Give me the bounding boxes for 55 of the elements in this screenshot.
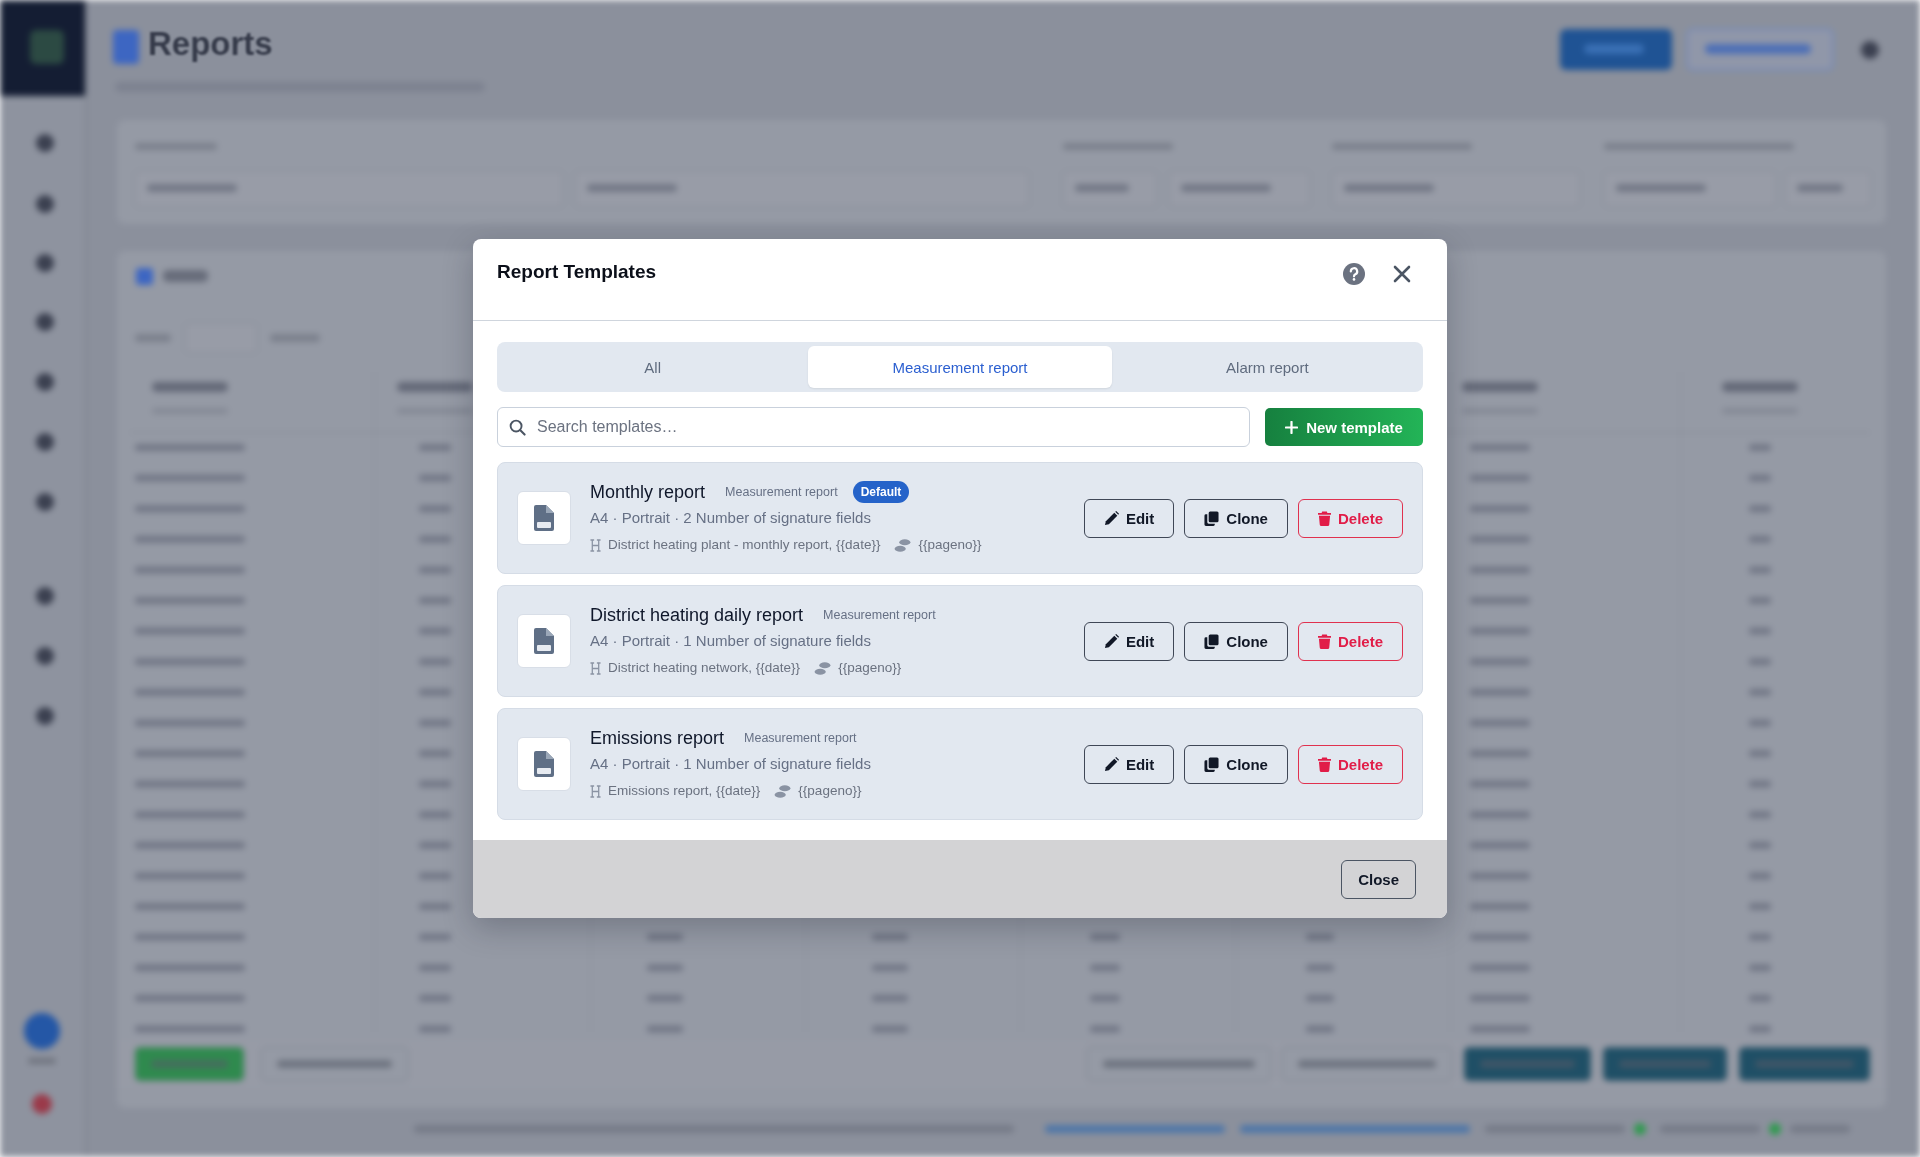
search-field[interactable]: Search templates… bbox=[497, 407, 1250, 447]
footprints-icon bbox=[894, 538, 912, 552]
delete-button[interactable]: Delete bbox=[1297, 744, 1403, 784]
tab[interactable]: Measurement report bbox=[808, 346, 1112, 388]
delete-button[interactable]: Delete bbox=[1297, 498, 1403, 538]
help-icon[interactable] bbox=[1343, 263, 1365, 285]
template-details: A4 · Portrait · 1 Number of signature fields bbox=[590, 754, 872, 774]
delete-button[interactable]: Delete bbox=[1297, 621, 1403, 661]
clone-button[interactable]: Clone bbox=[1184, 498, 1288, 538]
template-type-label: Measurement report bbox=[744, 730, 857, 747]
panel-title-drawing bbox=[136, 268, 208, 285]
heading-icon bbox=[590, 538, 601, 552]
footer-text: {{pageno}} bbox=[918, 536, 982, 554]
file-icon bbox=[517, 614, 571, 668]
header-text: Emissions report, {{date}} bbox=[608, 782, 761, 800]
edit-button[interactable]: Edit bbox=[1083, 498, 1175, 538]
template-details: A4 · Portrait · 2 Number of signature fields bbox=[590, 508, 872, 528]
template-type-label: Measurement report bbox=[725, 484, 838, 501]
tab[interactable]: All bbox=[501, 346, 805, 388]
clone-button[interactable]: Clone bbox=[1184, 744, 1288, 784]
template-details: A4 · Portrait · 1 Number of signature fields bbox=[590, 631, 872, 651]
file-icon bbox=[517, 491, 571, 545]
heading-icon bbox=[590, 784, 601, 798]
template-name: District heating daily report bbox=[590, 604, 804, 627]
tab[interactable]: Alarm report bbox=[1115, 346, 1419, 388]
footer-text: {{pageno}} bbox=[838, 659, 902, 677]
copy-icon bbox=[1204, 633, 1220, 649]
search-icon bbox=[509, 419, 526, 436]
trash-icon bbox=[1317, 510, 1331, 526]
page-title: Reports bbox=[148, 24, 273, 64]
template-type-label: Measurement report bbox=[823, 607, 936, 624]
close-button[interactable]: Close bbox=[1341, 859, 1416, 899]
pencil-icon bbox=[1103, 510, 1119, 526]
footprints-icon bbox=[774, 784, 792, 798]
copy-icon bbox=[1204, 756, 1220, 772]
new-template-button[interactable]: New template bbox=[1265, 408, 1423, 446]
footer-text: {{pageno}} bbox=[798, 782, 862, 800]
template-name: Emissions report bbox=[590, 727, 725, 750]
header-text: District heating plant - monthly report, {{date}} bbox=[608, 536, 881, 554]
edit-button[interactable]: Edit bbox=[1083, 744, 1175, 784]
dialog-title: Report Templates bbox=[497, 260, 658, 284]
header-text: District heating network, {{date}} bbox=[608, 659, 801, 677]
footprints-icon bbox=[814, 661, 832, 675]
file-icon bbox=[517, 737, 571, 791]
copy-icon bbox=[1204, 510, 1220, 526]
trash-icon bbox=[1317, 633, 1331, 649]
edit-button[interactable]: Edit bbox=[1083, 621, 1175, 661]
trash-icon bbox=[1317, 756, 1331, 772]
pencil-icon bbox=[1103, 756, 1119, 772]
plus-icon bbox=[1285, 420, 1299, 434]
clone-button[interactable]: Clone bbox=[1184, 621, 1288, 661]
pencil-icon bbox=[1103, 633, 1119, 649]
default-badge: Default bbox=[852, 481, 910, 503]
template-name: Monthly report bbox=[590, 481, 706, 504]
heading-icon bbox=[590, 661, 601, 675]
